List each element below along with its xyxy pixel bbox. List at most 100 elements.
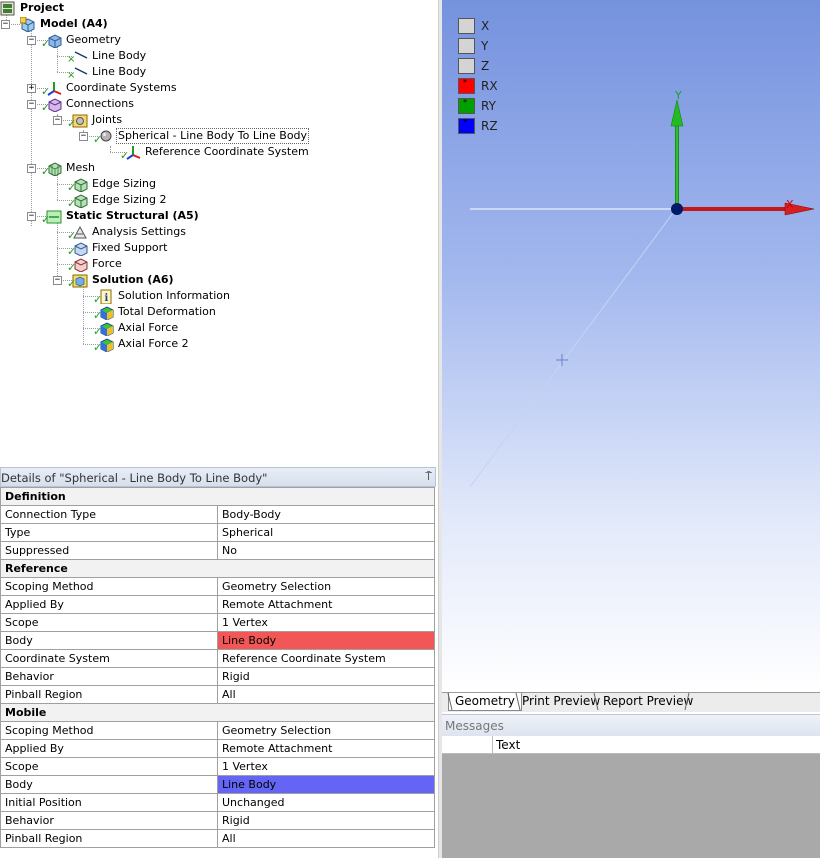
tree-node-label: Project (20, 1, 65, 14)
model-icon (19, 16, 36, 33)
collapse-toggle-icon[interactable]: − (27, 164, 36, 173)
messages-col-text[interactable]: Text (496, 738, 520, 752)
collapse-toggle-icon[interactable]: − (27, 212, 36, 221)
tree-node[interactable]: ✓ Coordinate Systems (41, 80, 178, 97)
tree-node[interactable]: i ✓ Solution Information (93, 288, 231, 305)
property-value[interactable]: Body-Body (217, 505, 435, 524)
geometry-icon: ✓ (41, 33, 62, 49)
tree-node[interactable]: ✓ Fixed Support (67, 240, 169, 257)
property-value[interactable]: Rigid (217, 667, 435, 686)
messages-col-icon[interactable] (442, 736, 493, 754)
tree-node[interactable]: ✓ Geometry (41, 32, 122, 49)
property-value[interactable]: Reference Coordinate System (217, 649, 435, 668)
coordinate-system-icon: ✓ (120, 145, 141, 161)
property-value[interactable]: Geometry Selection (217, 577, 435, 596)
tree-node[interactable]: ✓ Joints (67, 112, 123, 129)
details-row[interactable]: Suppressed No (0, 541, 435, 560)
property-value[interactable]: Remote Attachment (217, 595, 435, 614)
tree-node[interactable]: ✓ Solution (A6) (67, 272, 175, 289)
property-value[interactable]: No (217, 541, 435, 560)
tree-node-label: Mesh (66, 161, 95, 174)
expand-toggle-icon[interactable]: + (27, 84, 36, 93)
property-value[interactable]: 1 Vertex (217, 757, 435, 776)
details-row[interactable]: Scope 1 Vertex (0, 613, 435, 632)
status-check-icon: ✓ (93, 132, 103, 146)
details-section-header[interactable]: Mobile (0, 703, 435, 722)
tree-node[interactable]: ✓ Static Structural (A5) (41, 208, 200, 225)
details-row[interactable]: Pinball Region All (0, 685, 435, 704)
property-value[interactable]: 1 Vertex (217, 613, 435, 632)
property-value[interactable]: Remote Attachment (217, 739, 435, 758)
details-row[interactable]: Pinball Region All (0, 829, 435, 848)
property-value[interactable]: Line Body (217, 631, 435, 650)
property-value[interactable]: Rigid (217, 811, 435, 830)
details-row[interactable]: Scoping Method Geometry Selection (0, 721, 435, 740)
section-label: Mobile (0, 703, 435, 722)
tree-node[interactable]: Model (A4) (19, 16, 109, 33)
tree-node[interactable]: Project (0, 0, 65, 16)
collapse-toggle-icon[interactable]: − (53, 276, 62, 285)
x-axis-label: X (786, 198, 794, 211)
tree-connector (31, 26, 32, 226)
tree-node-label: Solution Information (118, 289, 230, 302)
details-grid: Definition Connection Type Body-Body Type Sp… (0, 487, 435, 848)
property-value[interactable]: Spherical (217, 523, 435, 542)
details-row[interactable]: Body Line Body (0, 775, 435, 794)
tree-node-label: Edge Sizing 2 (92, 193, 167, 206)
property-name: Behavior (0, 811, 218, 830)
details-row[interactable]: Connection Type Body-Body (0, 505, 435, 524)
property-value[interactable]: Line Body (217, 775, 435, 794)
collapse-toggle-icon[interactable]: − (1, 20, 10, 29)
tree-node[interactable]: ✓ Total Deformation (93, 304, 217, 321)
property-value[interactable]: All (217, 829, 435, 848)
details-row[interactable]: Coordinate System Reference Coordinate Sy… (0, 649, 435, 668)
property-name: Scoping Method (0, 577, 218, 596)
collapse-toggle-icon[interactable]: − (53, 116, 62, 125)
tree-node-label: Force (92, 257, 122, 270)
tab-print-preview[interactable]: Print Preview (516, 693, 606, 711)
details-row[interactable]: Type Spherical (0, 523, 435, 542)
tree-node[interactable]: ✓ Connections (41, 96, 135, 113)
status-check-icon: ✓ (67, 196, 77, 210)
details-row[interactable]: Behavior Rigid (0, 811, 435, 830)
tree-node-label: Line Body (92, 65, 147, 78)
tree-node-label: Model (A4) (40, 17, 108, 30)
tree-node[interactable]: ✓ Axial Force (93, 320, 179, 337)
outline-tree[interactable]: Project − Model (A4) − ✓ Geometry × Line Body × L… (0, 0, 438, 462)
details-row[interactable]: Scope 1 Vertex (0, 757, 435, 776)
project-icon (0, 1, 16, 16)
pin-icon[interactable]: ⍑ (425, 470, 432, 484)
property-value[interactable]: All (217, 685, 435, 704)
details-row[interactable]: Scoping Method Geometry Selection (0, 577, 435, 596)
y-axis-arrowhead (670, 99, 684, 127)
edge-sizing-icon: ✓ (67, 177, 88, 193)
tree-node[interactable]: ✓ Analysis Settings (67, 224, 187, 241)
details-row[interactable]: Applied By Remote Attachment (0, 595, 435, 614)
tree-node[interactable]: ✓ Edge Sizing 2 (67, 192, 168, 209)
tree-node[interactable]: ✓ Spherical - Line Body To Line Body (93, 128, 310, 145)
property-value[interactable]: Unchanged (217, 793, 435, 812)
collapse-toggle-icon[interactable]: − (27, 36, 36, 45)
details-section-header[interactable]: Definition (0, 487, 435, 506)
analysis-settings-icon: ✓ (67, 225, 88, 241)
collapse-toggle-icon[interactable]: − (27, 100, 36, 109)
details-row[interactable]: Applied By Remote Attachment (0, 739, 435, 758)
details-section-header[interactable]: Reference (0, 559, 435, 578)
tree-node[interactable]: ✓ Edge Sizing (67, 176, 157, 193)
tree-node[interactable]: ✓ Reference Coordinate System (120, 144, 310, 161)
tree-node[interactable]: × Line Body (67, 48, 147, 64)
property-value[interactable]: Geometry Selection (217, 721, 435, 740)
details-row[interactable]: Initial Position Unchanged (0, 793, 435, 812)
tree-node[interactable]: ✓ Mesh (41, 160, 96, 177)
tree-node[interactable]: ✓ Force (67, 256, 123, 273)
result-icon: ✓ (93, 337, 114, 353)
details-row[interactable]: Body Line Body (0, 631, 435, 650)
tab-geometry[interactable]: Geometry (448, 693, 522, 711)
tree-node[interactable]: × Line Body (67, 64, 147, 80)
joints-icon: ✓ (67, 113, 88, 129)
collapse-toggle-icon[interactable]: − (79, 132, 88, 141)
tab-report-preview[interactable]: Report Preview (597, 693, 699, 711)
graphics-viewport[interactable]: X Y Z * RX * RY * RZ Y X (442, 0, 820, 692)
tree-node[interactable]: ✓ Axial Force 2 (93, 336, 190, 353)
details-row[interactable]: Behavior Rigid (0, 667, 435, 686)
